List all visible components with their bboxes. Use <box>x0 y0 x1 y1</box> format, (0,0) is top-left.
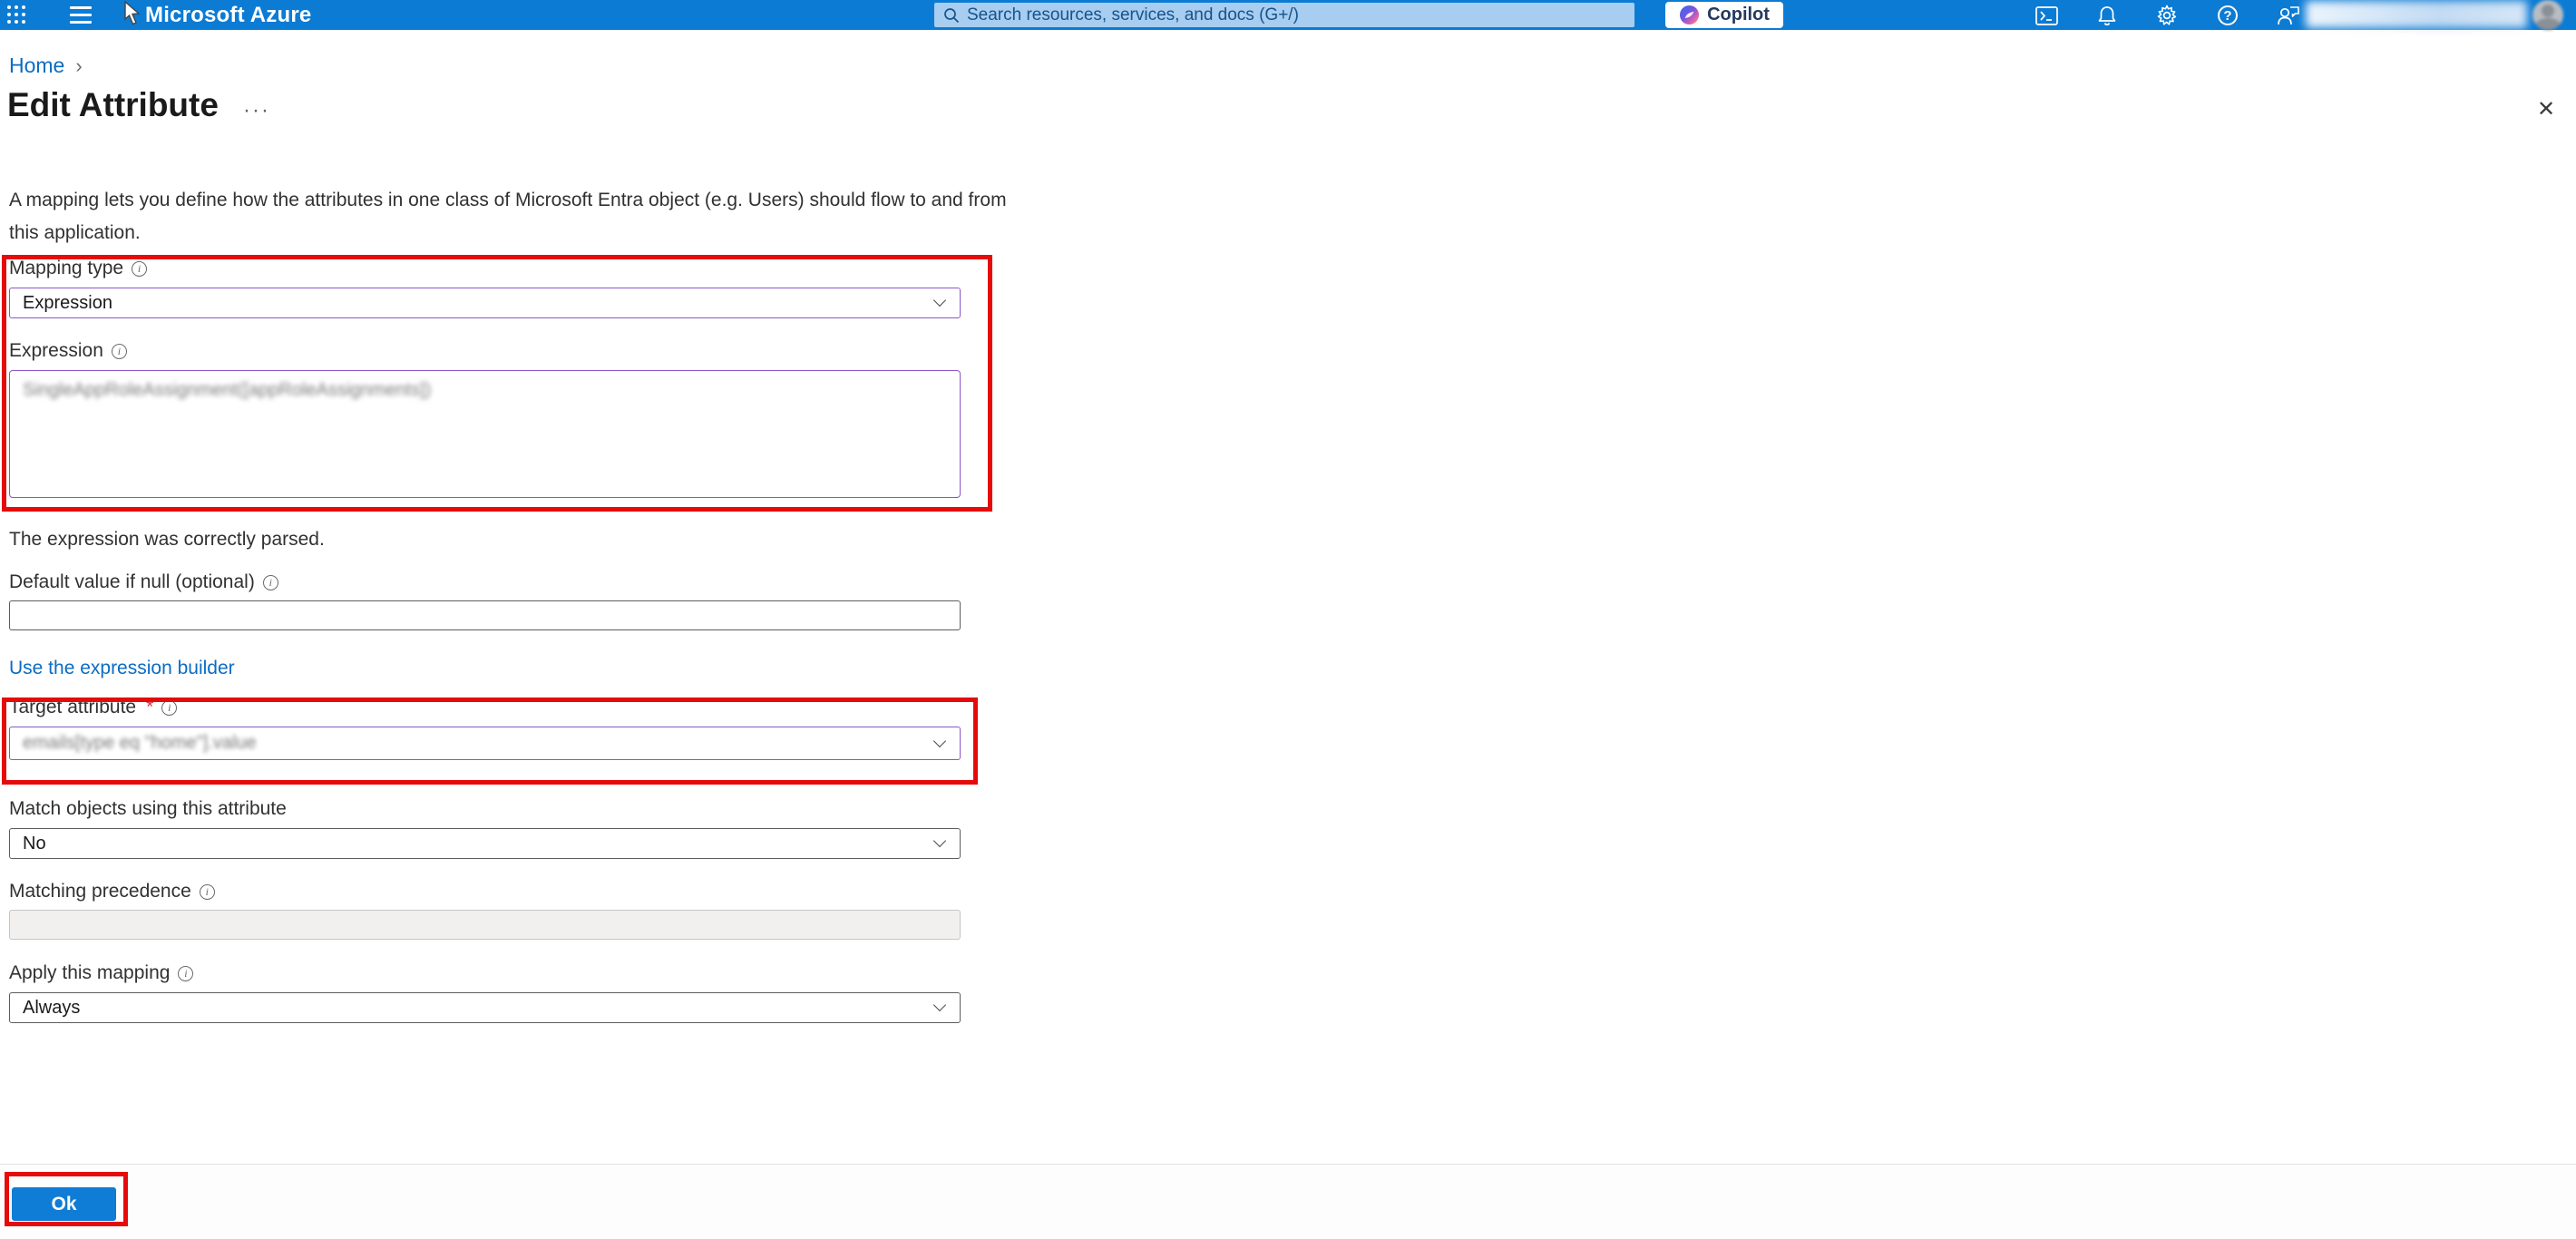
match-objects-label: Match objects using this attribute <box>9 798 287 820</box>
intro-text: A mapping lets you define how the attrib… <box>9 184 1007 249</box>
target-attribute-value: emails[type eq "home"].value <box>23 733 257 754</box>
chevron-down-icon <box>935 296 945 306</box>
mouse-cursor-icon <box>123 1 143 28</box>
match-objects-value: No <box>23 834 46 854</box>
info-icon[interactable] <box>178 966 193 981</box>
footer-area <box>0 1165 2576 1239</box>
brand-title[interactable]: Microsoft Azure <box>145 3 311 28</box>
info-icon[interactable] <box>200 884 215 900</box>
apply-mapping-label-row: Apply this mapping <box>9 962 193 984</box>
apps-grid-icon[interactable] <box>7 5 27 25</box>
apply-mapping-dropdown[interactable]: Always <box>9 992 961 1023</box>
info-icon[interactable] <box>132 261 147 277</box>
expression-label: Expression <box>9 340 103 362</box>
match-objects-dropdown[interactable]: No <box>9 828 961 859</box>
page-title: Edit Attribute <box>7 86 219 124</box>
hamburger-menu-icon[interactable] <box>70 6 92 24</box>
mapping-type-dropdown[interactable]: Expression <box>9 288 961 318</box>
mapping-type-value: Expression <box>23 293 112 314</box>
matching-precedence-input <box>9 910 961 940</box>
match-objects-label-row: Match objects using this attribute <box>9 798 287 820</box>
global-search <box>934 3 1634 27</box>
breadcrumb: Home › <box>9 54 83 78</box>
matching-precedence-label-row: Matching precedence <box>9 881 215 902</box>
notifications-bell-icon[interactable] <box>2095 4 2119 27</box>
account-info-blurred <box>2306 1 2527 28</box>
target-attribute-dropdown[interactable]: emails[type eq "home"].value <box>9 727 961 760</box>
close-icon[interactable]: ✕ <box>2533 98 2559 123</box>
copilot-label: Copilot <box>1707 5 1770 25</box>
info-icon[interactable] <box>161 700 177 716</box>
info-icon[interactable] <box>112 344 127 359</box>
cloud-shell-icon[interactable] <box>2034 4 2058 27</box>
intro-line-1: A mapping lets you define how the attrib… <box>9 184 1007 217</box>
mapping-type-label-row: Mapping type <box>9 258 147 279</box>
default-value-label-row: Default value if null (optional) <box>9 571 278 593</box>
info-icon[interactable] <box>263 575 278 590</box>
ok-button[interactable]: Ok <box>12 1187 116 1221</box>
help-icon[interactable]: ? <box>2216 4 2239 27</box>
expression-builder-link[interactable]: Use the expression builder <box>9 658 235 679</box>
feedback-icon[interactable] <box>2276 4 2299 27</box>
breadcrumb-chevron-icon: › <box>75 54 82 77</box>
parse-status-message: The expression was correctly parsed. <box>9 529 325 551</box>
apply-mapping-label: Apply this mapping <box>9 962 170 984</box>
search-icon <box>943 7 960 24</box>
top-bar: Microsoft Azure Copilot <box>0 0 2576 30</box>
default-value-input[interactable] <box>9 600 961 630</box>
required-asterisk: * <box>146 697 153 718</box>
copilot-icon <box>1679 5 1700 25</box>
intro-line-2: this application. <box>9 217 1007 249</box>
matching-precedence-label: Matching precedence <box>9 881 191 902</box>
chevron-down-icon <box>935 1000 945 1010</box>
apply-mapping-value: Always <box>23 998 80 1019</box>
avatar[interactable] <box>2532 0 2563 30</box>
chevron-down-icon <box>935 737 945 746</box>
target-attribute-label: Target attribute <box>9 697 136 718</box>
mapping-type-label: Mapping type <box>9 258 123 279</box>
settings-gear-icon[interactable] <box>2155 4 2179 27</box>
target-attribute-label-row: Target attribute * <box>9 697 177 718</box>
default-value-label: Default value if null (optional) <box>9 571 255 593</box>
search-input[interactable] <box>960 3 1634 27</box>
expression-textarea[interactable]: SingleAppRoleAssignment([appRoleAssignme… <box>9 370 961 498</box>
breadcrumb-home-link[interactable]: Home <box>9 54 64 77</box>
azure-portal-screen: Microsoft Azure Copilot <box>0 0 2576 1239</box>
expression-value: SingleAppRoleAssignment([appRoleAssignme… <box>23 380 431 400</box>
chevron-down-icon <box>935 836 945 846</box>
expression-label-row: Expression <box>9 340 127 362</box>
copilot-button[interactable]: Copilot <box>1665 2 1783 28</box>
more-options-icon[interactable]: ··· <box>243 98 270 123</box>
